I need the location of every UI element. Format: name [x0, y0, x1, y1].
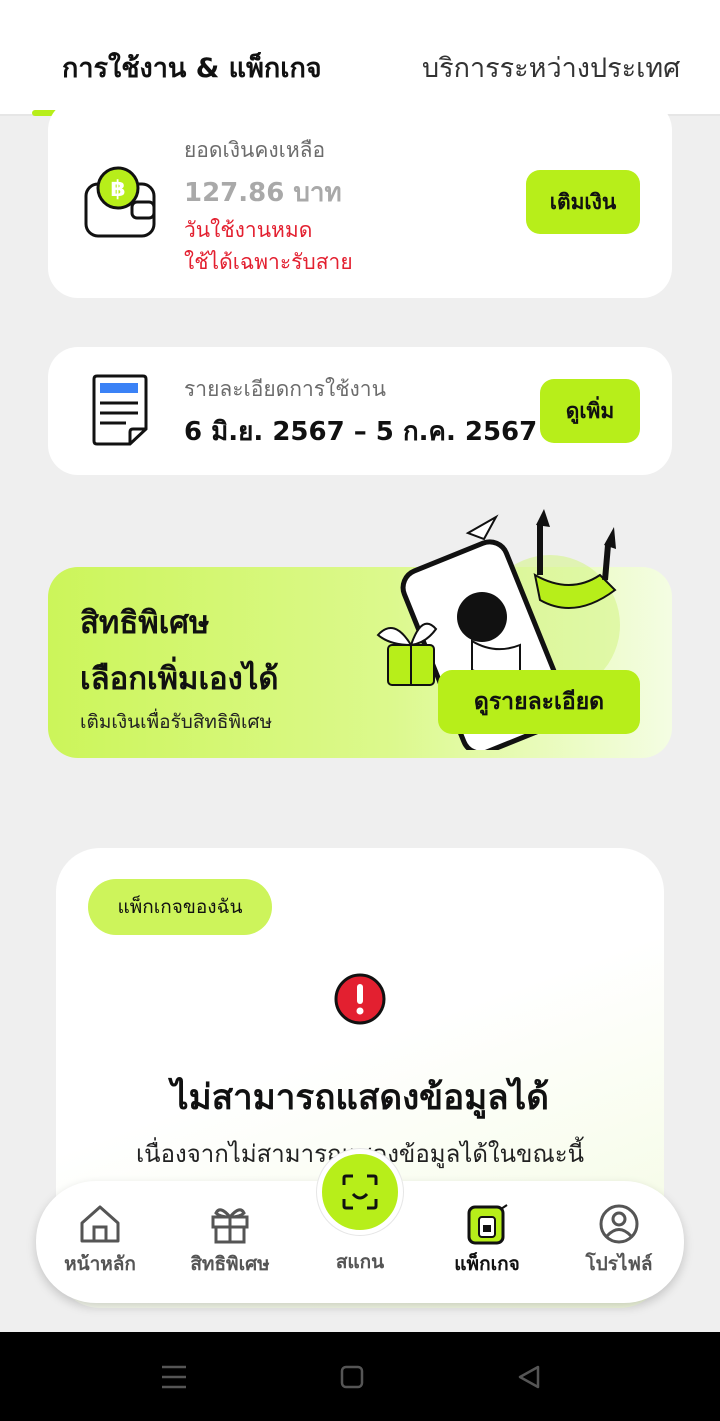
svg-text:฿: ฿: [110, 177, 125, 202]
wallet-baht-icon: ฿: [84, 166, 156, 238]
nav-package[interactable]: แพ็กเกจ: [432, 1203, 542, 1279]
profile-icon: [599, 1204, 639, 1244]
usage-period: 6 มิ.ย. 2567 – 5 ก.ค. 2567: [184, 417, 538, 447]
back-icon[interactable]: [516, 1364, 542, 1390]
document-icon: [92, 374, 148, 446]
top-tab-bar: การใช้งาน & แพ็กเกจ บริการระหว่างประเทศ: [0, 0, 720, 116]
balance-amount: 127.86 บาท: [184, 178, 342, 208]
tab-usage-package[interactable]: การใช้งาน & แพ็กเกจ: [62, 46, 322, 89]
nav-home-label: หน้าหลัก: [64, 1253, 136, 1275]
scan-icon: [342, 1174, 378, 1210]
balance-status-expired: วันใช้งานหมด: [184, 218, 313, 242]
home-system-icon[interactable]: [340, 1365, 364, 1389]
my-package-badge: แพ็กเกจของฉัน: [88, 879, 272, 935]
balance-status-receive-only: ใช้ได้เฉพาะรับสาย: [184, 250, 353, 274]
view-more-button[interactable]: ดูเพิ่ม: [540, 379, 640, 443]
promo-subtitle: เติมเงินเพื่อรับสิทธิพิเศษ: [80, 711, 273, 733]
package-sim-icon: [467, 1204, 508, 1245]
system-navigation-bar: [0, 1332, 720, 1421]
nav-scan-label: สแกน: [335, 1251, 385, 1273]
view-details-button[interactable]: ดูรายละเอียด: [438, 670, 640, 734]
nav-privileges-label: สิทธิพิเศษ: [190, 1253, 270, 1275]
promo-title-line2: เลือกเพิ่มเองได้: [80, 661, 279, 697]
nav-package-label: แพ็กเกจ: [454, 1253, 520, 1275]
nav-privileges[interactable]: สิทธิพิเศษ: [175, 1203, 285, 1279]
error-title: ไม่สามารถแสดงข้อมูลได้: [171, 1078, 549, 1118]
nav-profile-label: โปรไฟล์: [585, 1253, 653, 1275]
home-icon: [80, 1205, 120, 1243]
scan-button[interactable]: [317, 1149, 403, 1235]
error-alert-icon: [334, 973, 386, 1025]
nav-home[interactable]: หน้าหลัก: [45, 1203, 155, 1279]
nav-profile[interactable]: โปรไฟล์: [564, 1203, 674, 1279]
usage-detail-label: รายละเอียดการใช้งาน: [184, 377, 386, 401]
balance-label: ยอดเงินคงเหลือ: [184, 138, 326, 162]
gift-icon: [211, 1208, 249, 1244]
tab-international[interactable]: บริการระหว่างประเทศ: [422, 46, 680, 89]
topup-button[interactable]: เติมเงิน: [526, 170, 640, 234]
usage-detail-card: รายละเอียดการใช้งาน 6 มิ.ย. 2567 – 5 ก.ค…: [48, 347, 672, 475]
promo-title-line1: สิทธิพิเศษ: [80, 605, 210, 641]
balance-card: ฿ ยอดเงินคงเหลือ 127.86 บาท วันใช้งานหมด…: [48, 100, 672, 298]
recent-apps-icon[interactable]: [160, 1364, 188, 1390]
